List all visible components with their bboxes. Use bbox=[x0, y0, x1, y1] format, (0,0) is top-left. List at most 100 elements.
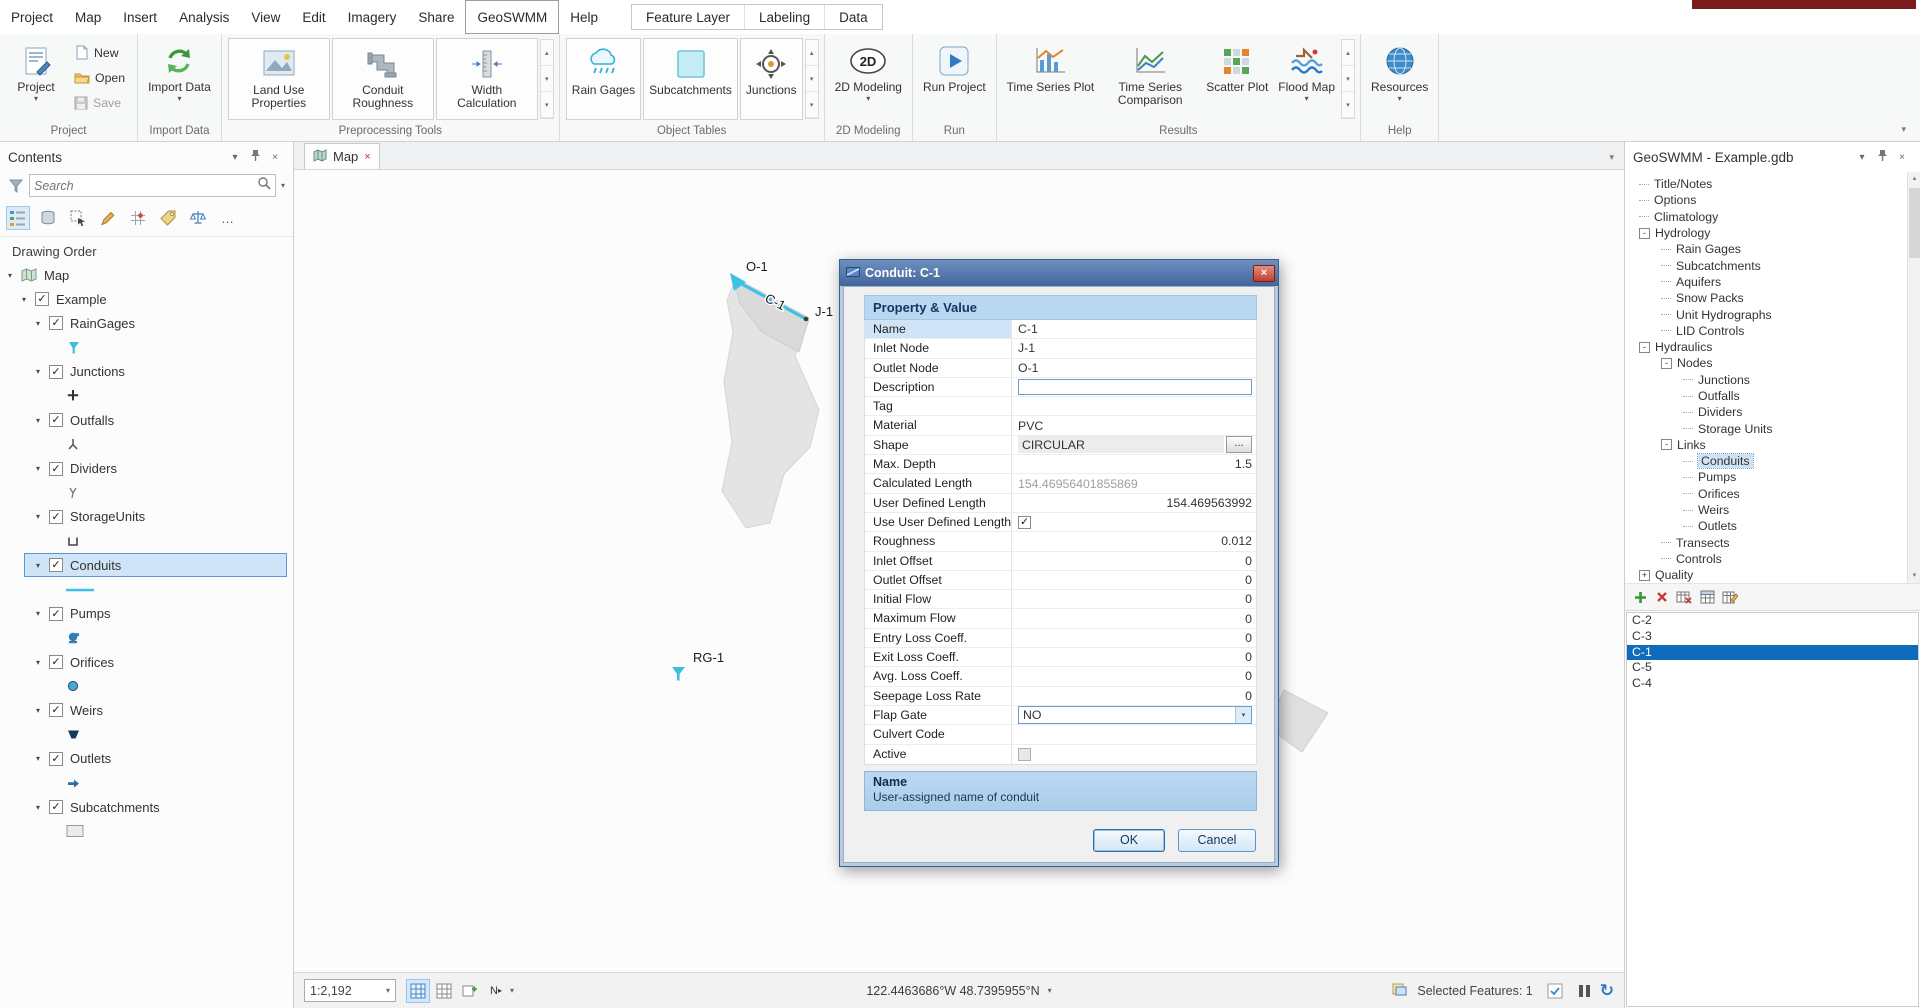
map-canvas[interactable]: O-1C-1J-1RG-1 Conduit: C-1 × Property & … bbox=[294, 170, 1624, 972]
time-series-plot-button[interactable]: Time Series Plot bbox=[1002, 36, 1100, 122]
gdb-item-aquifers[interactable]: Aquifers bbox=[1631, 274, 1920, 290]
search-input[interactable] bbox=[34, 179, 257, 193]
menu-tab-insert[interactable]: Insert bbox=[112, 0, 168, 34]
scroll-up-icon[interactable]: ▴ bbox=[1342, 40, 1354, 66]
scroll-down-icon[interactable]: ▾ bbox=[1908, 569, 1920, 583]
collapse-box-icon[interactable]: - bbox=[1639, 228, 1650, 239]
property-value[interactable] bbox=[1012, 725, 1256, 743]
gdb-item-transects[interactable]: Transects bbox=[1631, 535, 1920, 551]
menu-tab-edit[interactable]: Edit bbox=[291, 0, 336, 34]
property-value[interactable]: 0 bbox=[1012, 667, 1256, 685]
search-icon[interactable] bbox=[257, 176, 271, 195]
property-value[interactable]: 154.469563992 bbox=[1012, 494, 1256, 512]
pause-drawing-icon[interactable] bbox=[1579, 985, 1590, 997]
layer-visibility-checkbox[interactable]: ✓ bbox=[49, 558, 63, 572]
time-series-comparison-button[interactable]: Time Series Comparison bbox=[1099, 36, 1201, 122]
property-value[interactable]: ✓ bbox=[1012, 513, 1256, 531]
scrollbar[interactable]: ▴ ▾ bbox=[1907, 172, 1920, 583]
gdb-item-conduits[interactable]: Conduits bbox=[1631, 453, 1920, 469]
collapse-ribbon-icon[interactable]: ▾ bbox=[1901, 124, 1906, 135]
menu-tab-geoswmm[interactable]: GeoSWMM bbox=[465, 0, 559, 34]
data-sources-icon[interactable] bbox=[36, 206, 60, 230]
layer-item-dividers[interactable]: ▾✓Dividers bbox=[0, 457, 293, 481]
remove-table-icon[interactable] bbox=[1676, 590, 1693, 605]
pin-icon[interactable] bbox=[245, 149, 265, 165]
expand-arrow-icon[interactable]: ▾ bbox=[36, 367, 49, 376]
property-value[interactable]: 0 bbox=[1012, 687, 1256, 705]
property-value[interactable]: 0 bbox=[1012, 552, 1256, 570]
pin-icon[interactable] bbox=[1872, 149, 1892, 165]
gdb-item-storage-units[interactable]: Storage Units bbox=[1631, 420, 1920, 436]
tab-list-chevron-icon[interactable]: ▾ bbox=[1609, 152, 1614, 163]
menu-tab-project[interactable]: Project bbox=[0, 0, 64, 34]
layer-visibility-checkbox[interactable]: ✓ bbox=[49, 800, 63, 814]
gdb-item-controls[interactable]: Controls bbox=[1631, 551, 1920, 567]
ellipsis-button[interactable]: ... bbox=[1226, 436, 1252, 453]
scatter-plot-button[interactable]: Scatter Plot bbox=[1201, 36, 1273, 122]
gdb-item-options[interactable]: Options bbox=[1631, 192, 1920, 208]
scroll-down-icon[interactable]: ▾ bbox=[806, 66, 818, 92]
expand-arrow-icon[interactable]: ▾ bbox=[36, 512, 49, 521]
layer-visibility-checkbox[interactable]: ✓ bbox=[49, 462, 63, 476]
property-value[interactable]: 0 bbox=[1012, 629, 1256, 647]
expand-arrow-icon[interactable]: ▾ bbox=[36, 609, 49, 618]
menu-tab-share[interactable]: Share bbox=[407, 0, 465, 34]
context-tab-labeling[interactable]: Labeling bbox=[745, 5, 825, 29]
expand-arrow-icon[interactable]: ▾ bbox=[22, 295, 35, 304]
layer-item-map[interactable]: ▾Map bbox=[0, 263, 293, 287]
gallery-expand-icon[interactable]: ▾ bbox=[541, 92, 553, 118]
scroll-up-icon[interactable]: ▴ bbox=[541, 40, 553, 66]
property-checkbox[interactable] bbox=[1018, 748, 1031, 761]
gdb-item-junctions[interactable]: Junctions bbox=[1631, 372, 1920, 388]
scroll-up-icon[interactable]: ▴ bbox=[806, 40, 818, 66]
cancel-button[interactable]: Cancel bbox=[1178, 829, 1256, 852]
map-scale-dropdown[interactable]: 1:2,192 ▾ bbox=[304, 979, 396, 1002]
layer-item-raingages[interactable]: ▾✓RainGages bbox=[0, 311, 293, 335]
gdb-item-pumps[interactable]: Pumps bbox=[1631, 469, 1920, 485]
list-item-c-3[interactable]: C-3 bbox=[1627, 629, 1918, 645]
property-value[interactable]: 0.012 bbox=[1012, 532, 1256, 550]
north-arrow-icon[interactable]: N▸ bbox=[484, 979, 508, 1003]
collapse-box-icon[interactable]: - bbox=[1661, 358, 1672, 369]
gdb-item-links[interactable]: -Links bbox=[1631, 437, 1920, 453]
labeling-icon[interactable] bbox=[156, 206, 180, 230]
property-value[interactable]: O-1 bbox=[1012, 359, 1256, 377]
dialog-close-icon[interactable]: × bbox=[1253, 265, 1275, 282]
layer-visibility-checkbox[interactable]: ✓ bbox=[49, 703, 63, 717]
gdb-item-orifices[interactable]: Orifices bbox=[1631, 486, 1920, 502]
flap-gate-dropdown[interactable]: NO▾ bbox=[1018, 706, 1252, 724]
property-value[interactable]: 0 bbox=[1012, 571, 1256, 589]
gdb-item-title-notes[interactable]: Title/Notes bbox=[1631, 176, 1920, 192]
statusbar-options-chevron-icon[interactable]: ▾ bbox=[510, 986, 514, 995]
attribute-check-icon[interactable] bbox=[1543, 979, 1567, 1003]
gallery-scroll-arrows[interactable]: ▴▾▾ bbox=[805, 39, 819, 119]
import-data-button[interactable]: Import Data ▾ bbox=[143, 36, 216, 122]
gdb-item-quality[interactable]: +Quality bbox=[1631, 567, 1920, 583]
delete-object-icon[interactable] bbox=[1655, 590, 1669, 604]
gdb-item-weirs[interactable]: Weirs bbox=[1631, 502, 1920, 518]
layer-item-storageunits[interactable]: ▾✓StorageUnits bbox=[0, 505, 293, 529]
layer-item-subcatchments[interactable]: ▾✓Subcatchments bbox=[0, 795, 293, 819]
gallery-scroll-arrows[interactable]: ▴▾▾ bbox=[540, 39, 554, 119]
property-value[interactable] bbox=[1012, 397, 1256, 415]
gdb-item-hydrology[interactable]: -Hydrology bbox=[1631, 225, 1920, 241]
scroll-down-icon[interactable]: ▾ bbox=[1342, 66, 1354, 92]
drawing-order-icon[interactable] bbox=[6, 206, 30, 230]
gdb-item-hydraulics[interactable]: -Hydraulics bbox=[1631, 339, 1920, 355]
panel-menu-chevron-icon[interactable]: ▾ bbox=[225, 152, 245, 163]
layer-item-conduits[interactable]: ▾✓Conduits bbox=[24, 553, 287, 577]
property-value[interactable]: NO▾ bbox=[1012, 706, 1256, 724]
property-value[interactable]: C-1 bbox=[1012, 320, 1256, 338]
property-value[interactable]: 0 bbox=[1012, 609, 1256, 627]
junctions-button[interactable]: Junctions bbox=[740, 38, 803, 120]
add-object-icon[interactable] bbox=[1633, 590, 1648, 605]
rain-gages-button[interactable]: Rain Gages bbox=[566, 38, 641, 120]
layer-visibility-checkbox[interactable]: ✓ bbox=[49, 655, 63, 669]
gdb-item-outfalls[interactable]: Outfalls bbox=[1631, 388, 1920, 404]
gdb-item-snow-packs[interactable]: Snow Packs bbox=[1631, 290, 1920, 306]
list-item-c-2[interactable]: C-2 bbox=[1627, 613, 1918, 629]
context-tab-feature-layer[interactable]: Feature Layer bbox=[632, 5, 745, 29]
width-calculation-button[interactable]: Width Calculation bbox=[436, 38, 538, 120]
menu-tab-help[interactable]: Help bbox=[559, 0, 609, 34]
layer-item-example[interactable]: ▾✓Example bbox=[0, 287, 293, 311]
